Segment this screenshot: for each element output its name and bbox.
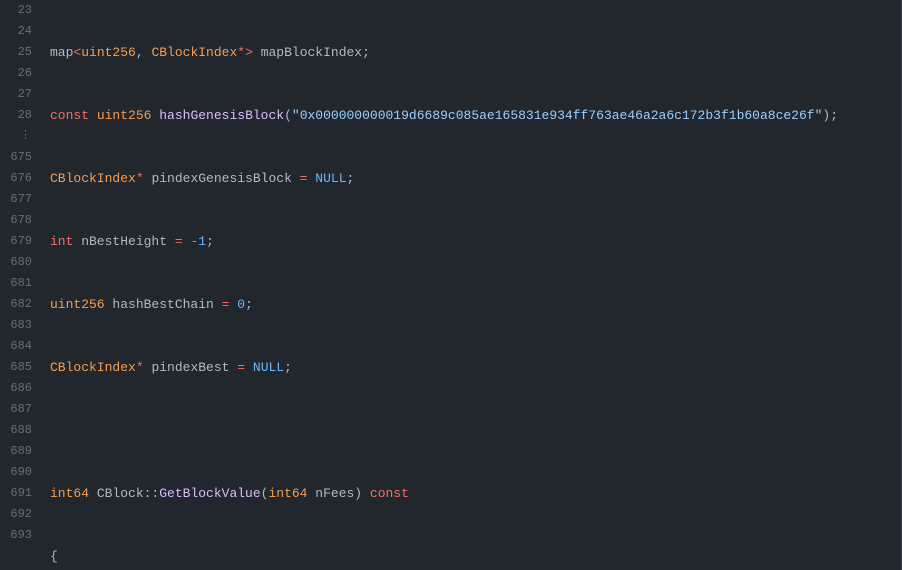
line-number: 691	[0, 483, 32, 504]
code-editor: 23 24 25 26 27 28 ⋮ 675 676 677 678 679 …	[0, 0, 902, 570]
line-number: 688	[0, 420, 32, 441]
line-number: 687	[0, 399, 32, 420]
line-number: 684	[0, 336, 32, 357]
code-line[interactable]: {	[50, 546, 901, 567]
code-area[interactable]: map<uint256, CBlockIndex*> mapBlockIndex…	[42, 0, 902, 570]
line-number: 676	[0, 168, 32, 189]
line-number: 25	[0, 42, 32, 63]
line-number: 683	[0, 315, 32, 336]
line-number: 27	[0, 84, 32, 105]
line-number: 693	[0, 525, 32, 546]
line-number: 678	[0, 210, 32, 231]
line-number: 675	[0, 147, 32, 168]
line-number: 681	[0, 273, 32, 294]
line-number: 677	[0, 189, 32, 210]
code-line[interactable]: CBlockIndex* pindexBest = NULL;	[50, 357, 901, 378]
line-number: 690	[0, 462, 32, 483]
line-number: 686	[0, 378, 32, 399]
fold-ellipsis-icon[interactable]: ⋮	[0, 126, 32, 147]
line-number: 26	[0, 63, 32, 84]
line-number: 685	[0, 357, 32, 378]
code-line[interactable]: int nBestHeight = -1;	[50, 231, 901, 252]
code-line[interactable]: uint256 hashBestChain = 0;	[50, 294, 901, 315]
line-number: 689	[0, 441, 32, 462]
line-number: 680	[0, 252, 32, 273]
line-number: 692	[0, 504, 32, 525]
code-line[interactable]: const uint256 hashGenesisBlock("0x000000…	[50, 105, 901, 126]
code-line[interactable]: int64 CBlock::GetBlockValue(int64 nFees)…	[50, 483, 901, 504]
line-number: 682	[0, 294, 32, 315]
line-number: 679	[0, 231, 32, 252]
line-number: 23	[0, 0, 32, 21]
line-number: 28	[0, 105, 32, 126]
line-number-gutter: 23 24 25 26 27 28 ⋮ 675 676 677 678 679 …	[0, 0, 42, 570]
line-number: 24	[0, 21, 32, 42]
code-line[interactable]: map<uint256, CBlockIndex*> mapBlockIndex…	[50, 42, 901, 63]
folded-region[interactable]	[50, 420, 901, 441]
code-line[interactable]: CBlockIndex* pindexGenesisBlock = NULL;	[50, 168, 901, 189]
